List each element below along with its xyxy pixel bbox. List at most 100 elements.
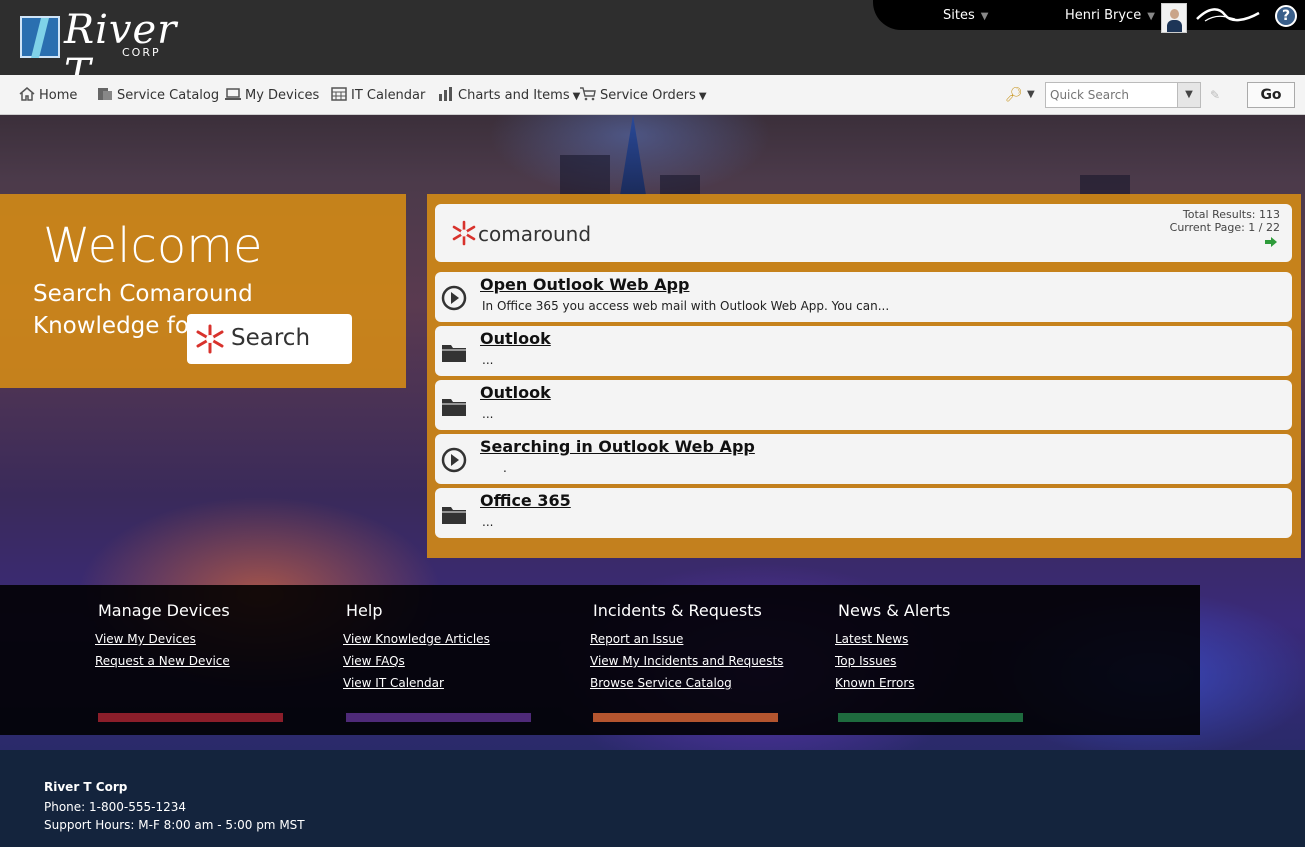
home-icon	[19, 87, 35, 101]
user-menu[interactable]: Henri Bryce ▼	[1065, 8, 1155, 23]
link-view-my-devices[interactable]: View My Devices	[95, 628, 295, 650]
nav-home-label: Home	[39, 88, 78, 103]
link-browse-service-catalog[interactable]: Browse Service Catalog	[590, 672, 790, 694]
nav-my-devices-label: My Devices	[245, 88, 320, 103]
result-item[interactable]: Outlook ...	[435, 326, 1292, 376]
folder-icon	[442, 507, 466, 524]
link-view-knowledge-articles[interactable]: View Knowledge Articles	[343, 628, 543, 650]
footer-phone: Phone: 1-800-555-1234	[44, 800, 187, 814]
link-top-issues[interactable]: Top Issues	[835, 650, 1035, 672]
nav-service-catalog-label: Service Catalog	[117, 88, 220, 103]
link-view-it-calendar[interactable]: View IT Calendar	[343, 672, 543, 694]
comaround-star-icon	[452, 220, 476, 246]
column-heading: Manage Devices	[98, 601, 230, 620]
tower-silhouette	[620, 115, 646, 195]
laptop-icon	[225, 88, 241, 100]
current-page: Current Page: 1 / 22	[1169, 221, 1280, 234]
result-description: .	[503, 461, 507, 475]
result-title-link[interactable]: Office 365	[480, 491, 571, 510]
search-button-label: Search	[231, 325, 311, 351]
swoosh-logo-icon	[1196, 8, 1260, 22]
result-title-link[interactable]: Outlook	[480, 383, 551, 402]
column-heading: Help	[346, 601, 383, 620]
chevron-down-icon: ▼	[1147, 11, 1155, 22]
links-column-incidents-requests: Incidents & Requests Report an Issue Vie…	[590, 601, 790, 722]
clear-search-icon[interactable]: ✎	[1210, 88, 1226, 102]
logo-subtext: CORP	[122, 46, 161, 59]
cart-icon	[580, 87, 596, 101]
links-column-help: Help View Knowledge Articles View FAQs V…	[343, 601, 543, 722]
result-title-link[interactable]: Open Outlook Web App	[480, 275, 689, 294]
brand-name: comaround	[478, 222, 592, 246]
result-item[interactable]: Outlook ...	[435, 380, 1292, 430]
folder-icon	[442, 345, 466, 362]
chevron-down-icon: ▼	[980, 11, 989, 22]
nav-service-catalog[interactable]: Service Catalog	[97, 87, 219, 103]
nav-my-devices[interactable]: My Devices	[225, 87, 319, 103]
link-known-errors[interactable]: Known Errors	[835, 672, 1035, 694]
sites-label: Sites	[943, 8, 975, 23]
result-description: In Office 365 you access web mail with O…	[482, 299, 890, 313]
color-bar	[346, 713, 531, 722]
folder-icon	[442, 399, 466, 416]
nav-service-orders[interactable]: Service Orders ▼	[580, 87, 707, 103]
link-report-issue[interactable]: Report an Issue	[590, 628, 790, 650]
footer-support-hours: Support Hours: M-F 8:00 am - 5:00 pm MST	[44, 818, 305, 832]
main-nav: Home Service Catalog My Devices IT Calen…	[0, 75, 1305, 115]
quick-links-band: Manage Devices View My Devices Request a…	[0, 585, 1200, 735]
nav-it-calendar[interactable]: IT Calendar	[331, 87, 425, 103]
play-circle-icon	[441, 447, 467, 473]
quick-search-dropdown-button[interactable]: ▼	[1177, 83, 1200, 107]
nav-charts-and-items[interactable]: Charts and Items ▼	[438, 87, 580, 103]
result-item[interactable]: Office 365 ...	[435, 488, 1292, 538]
help-icon[interactable]: ?	[1275, 5, 1297, 27]
comaround-search-button[interactable]: Search	[187, 314, 352, 364]
sites-dropdown[interactable]: Sites ▼	[943, 8, 988, 23]
link-latest-news[interactable]: Latest News	[835, 628, 1035, 650]
links-column-manage-devices: Manage Devices View My Devices Request a…	[95, 601, 295, 722]
link-request-new-device[interactable]: Request a New Device	[95, 650, 295, 672]
next-page-arrow-icon[interactable]	[1264, 236, 1278, 248]
avatar[interactable]	[1161, 3, 1187, 33]
river-t-corp-logo[interactable]: River T CORP	[18, 8, 188, 96]
go-button[interactable]: Go	[1247, 82, 1295, 108]
nav-it-calendar-label: IT Calendar	[351, 88, 426, 103]
color-bar	[98, 713, 283, 722]
link-view-faqs[interactable]: View FAQs	[343, 650, 543, 672]
results-summary: Total Results: 113 Current Page: 1 / 22	[1170, 208, 1280, 234]
welcome-title: Welcome	[43, 218, 263, 274]
color-bar	[593, 713, 778, 722]
chevron-down-icon: ▼	[698, 91, 707, 102]
link-view-incidents-requests[interactable]: View My Incidents and Requests	[590, 650, 790, 672]
play-circle-icon	[441, 285, 467, 311]
footer-company-name: River T Corp	[44, 780, 128, 794]
column-heading: News & Alerts	[838, 601, 951, 620]
welcome-panel: Welcome Search Comaround Knowledge for H…	[0, 194, 406, 388]
catalog-icon	[98, 88, 112, 100]
comaround-star-icon	[196, 324, 224, 354]
result-item[interactable]: Open Outlook Web App In Office 365 you a…	[435, 272, 1292, 322]
result-description: ...	[482, 407, 494, 421]
nav-home[interactable]: Home	[19, 87, 77, 103]
site-footer: River T Corp Phone: 1-800-555-1234 Suppo…	[0, 750, 1305, 847]
result-description: ...	[482, 353, 494, 367]
search-scope-dropdown-icon[interactable]: ▼	[1027, 89, 1035, 100]
user-top-bar: Sites ▼ Henri Bryce ▼ ?	[873, 0, 1305, 33]
links-column-news-alerts: News & Alerts Latest News Top Issues Kno…	[835, 601, 1035, 722]
result-item[interactable]: Searching in Outlook Web App .	[435, 434, 1292, 484]
results-header: comaround Total Results: 113 Current Pag…	[435, 204, 1292, 262]
search-icon[interactable]: 🔎︎	[1005, 87, 1023, 103]
color-bar	[838, 713, 1023, 722]
site-header: River T CORP Sites ▼ Henri Bryce ▼ ?	[0, 0, 1305, 96]
logo-mark-icon	[20, 16, 60, 58]
user-name: Henri Bryce	[1065, 8, 1142, 23]
result-title-link[interactable]: Searching in Outlook Web App	[480, 437, 755, 456]
calendar-icon	[331, 87, 347, 101]
result-description: ...	[482, 515, 494, 529]
bar-chart-icon	[439, 87, 452, 101]
search-results-panel: comaround Total Results: 113 Current Pag…	[427, 194, 1301, 558]
total-results: Total Results: 113	[1182, 208, 1280, 221]
result-title-link[interactable]: Outlook	[480, 329, 551, 348]
nav-charts-and-items-label: Charts and Items	[458, 88, 570, 103]
nav-service-orders-label: Service Orders	[600, 88, 696, 103]
